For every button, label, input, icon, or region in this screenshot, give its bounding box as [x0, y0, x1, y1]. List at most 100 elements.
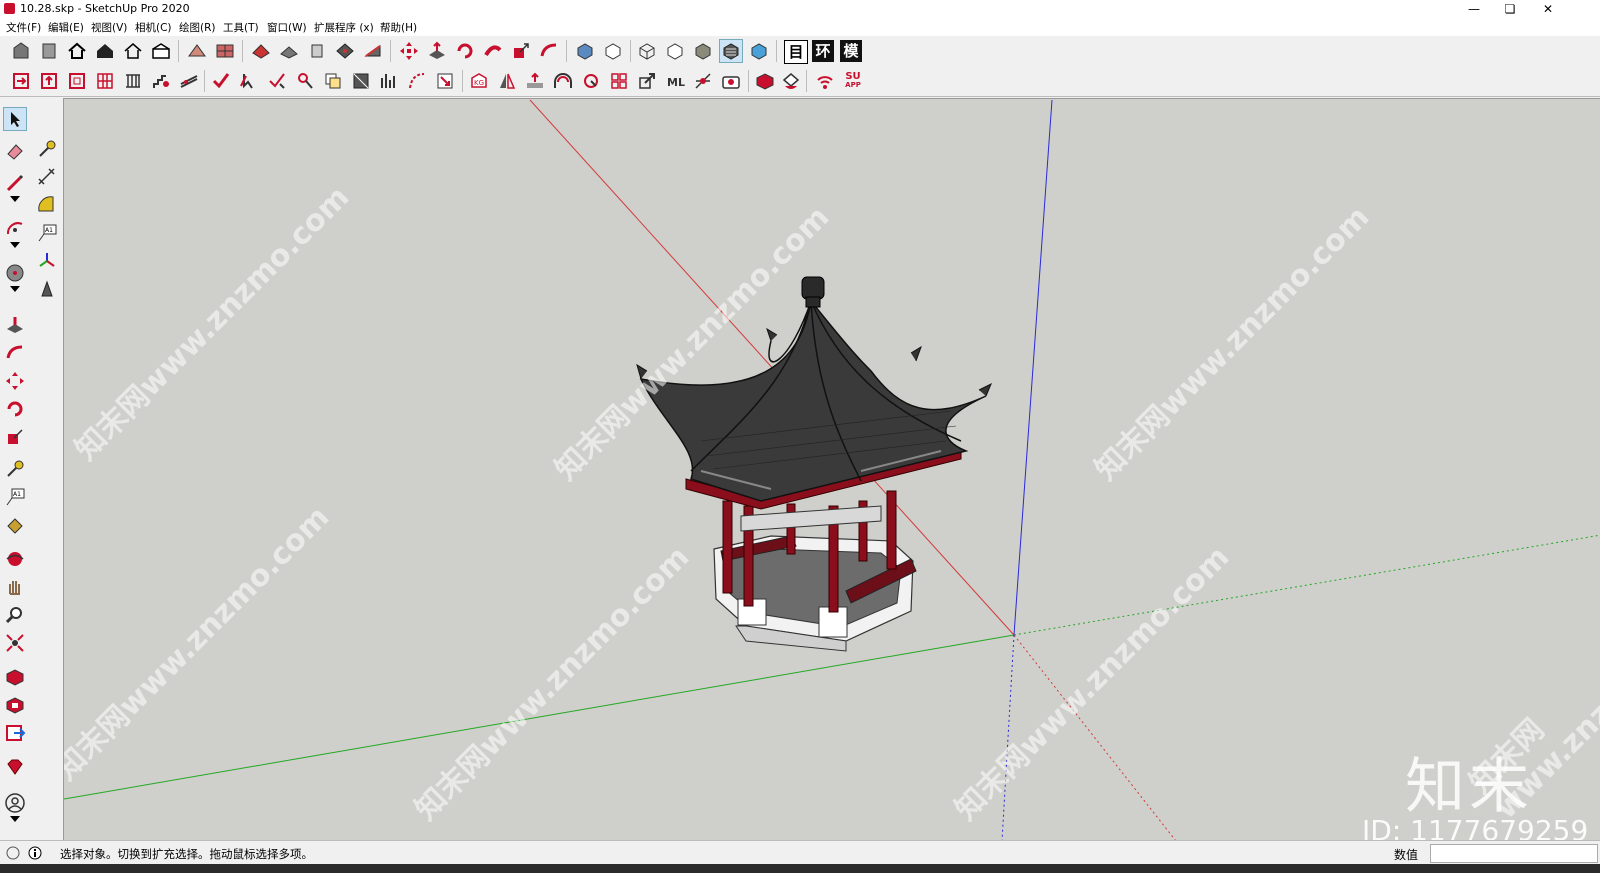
wifi-plugin-icon[interactable]: [814, 70, 836, 92]
info-icon[interactable]: [28, 846, 42, 860]
lift-plugin-icon[interactable]: [524, 70, 546, 92]
stairs-plugin-icon[interactable]: [150, 70, 172, 92]
shaded-textures-icon[interactable]: [719, 39, 743, 63]
join-edges-icon[interactable]: [294, 70, 316, 92]
menu-help[interactable]: 帮助(H): [380, 20, 417, 35]
house-outline-icon[interactable]: [122, 40, 144, 62]
env-plugin-button[interactable]: 环: [812, 40, 834, 62]
restore-button[interactable]: ❏: [1492, 0, 1528, 18]
rotate-icon[interactable]: [454, 40, 476, 62]
columns-plugin-icon[interactable]: [122, 70, 144, 92]
zoom-extents-icon[interactable]: [4, 632, 26, 654]
select-check-icon[interactable]: [266, 70, 288, 92]
paint-bucket-icon[interactable]: [4, 514, 26, 536]
window-up-plugin-icon[interactable]: [38, 70, 60, 92]
dropdown-arrow-icon[interactable]: [4, 240, 26, 250]
ruby-gem-icon[interactable]: [4, 756, 26, 778]
menu-window[interactable]: 窗口(W): [267, 20, 307, 35]
house-solid-icon[interactable]: [94, 40, 116, 62]
scale-icon[interactable]: [4, 426, 26, 448]
house-front-icon[interactable]: [150, 40, 172, 62]
arc-icon[interactable]: [4, 218, 26, 240]
eraser-icon[interactable]: [4, 140, 26, 162]
select-edges-icon[interactable]: [238, 70, 260, 92]
frame-plugin-icon[interactable]: [66, 70, 88, 92]
tape-measure-icon[interactable]: [4, 458, 26, 480]
extension-warehouse-icon[interactable]: [4, 694, 26, 716]
home-icon[interactable]: [66, 40, 88, 62]
zoom-icon[interactable]: [4, 604, 26, 626]
offset-icon[interactable]: [538, 40, 560, 62]
move-icon[interactable]: [398, 40, 420, 62]
sandbox-contours-icon[interactable]: [186, 40, 208, 62]
check-plugin-icon[interactable]: [210, 70, 232, 92]
minimize-button[interactable]: —: [1456, 0, 1492, 18]
drape-icon[interactable]: [306, 40, 328, 62]
su-app-button[interactable]: SU APP: [842, 70, 864, 94]
sandbox-scratch-icon[interactable]: [214, 40, 236, 62]
menu-file[interactable]: 文件(F): [6, 20, 41, 35]
warehouse-3d-icon[interactable]: [4, 666, 26, 688]
push-pull-icon[interactable]: [426, 40, 448, 62]
text-tool-icon[interactable]: A1: [4, 486, 26, 508]
scale-icon[interactable]: [510, 40, 532, 62]
ml-plugin-icon[interactable]: ML: [664, 70, 686, 92]
dropdown-arrow-icon[interactable]: [4, 194, 26, 204]
component-icon[interactable]: [38, 40, 60, 62]
pencil-line-icon[interactable]: [4, 172, 26, 194]
model-plugin-button[interactable]: 模: [840, 40, 862, 62]
paint-plugin-icon[interactable]: [780, 70, 802, 92]
grid-plugin-icon[interactable]: [94, 70, 116, 92]
modeling-viewport[interactable]: 知末网www.znzmo.com 知末网www.znzmo.com 知末网www…: [63, 98, 1600, 841]
measurements-input[interactable]: [1430, 844, 1598, 863]
text-label-icon[interactable]: A1: [36, 222, 58, 244]
kg-plugin-icon[interactable]: KG: [468, 70, 490, 92]
mirror-icon[interactable]: [496, 70, 518, 92]
smoove-icon[interactable]: [250, 40, 272, 62]
warehouse-icon[interactable]: [10, 40, 32, 62]
add-detail-icon[interactable]: [334, 40, 356, 62]
offset-icon[interactable]: [4, 342, 26, 364]
dropdown-arrow-icon[interactable]: [4, 814, 26, 824]
stamp-icon[interactable]: [278, 40, 300, 62]
wireframe-icon[interactable]: [636, 40, 658, 62]
close-button[interactable]: ✕: [1530, 0, 1566, 18]
fill-box-icon[interactable]: [350, 70, 372, 92]
menu-tools[interactable]: 工具(T): [223, 20, 259, 35]
shaded-icon[interactable]: [692, 40, 714, 62]
monochrome-icon[interactable]: [748, 40, 770, 62]
hidden-line-icon[interactable]: [664, 40, 686, 62]
xray-icon[interactable]: [574, 40, 596, 62]
protractor-icon[interactable]: [36, 194, 58, 216]
rotate-icon[interactable]: [4, 398, 26, 420]
curve-plugin-icon[interactable]: [406, 70, 428, 92]
menu-extensions[interactable]: 扩展程序 (x): [314, 20, 374, 35]
array-plugin-icon[interactable]: [608, 70, 630, 92]
dropdown-arrow-icon[interactable]: [4, 284, 26, 294]
pan-hand-icon[interactable]: [4, 576, 26, 598]
truss-plugin-icon[interactable]: [178, 70, 200, 92]
flip-edge-icon[interactable]: [362, 40, 384, 62]
geolocation-icon[interactable]: [6, 846, 20, 860]
follow-me-icon[interactable]: [482, 40, 504, 62]
menu-edit[interactable]: 编辑(E): [48, 20, 84, 35]
export-plugin-icon[interactable]: [636, 70, 658, 92]
camera-plugin-icon[interactable]: [720, 70, 742, 92]
copy-faces-icon[interactable]: [322, 70, 344, 92]
door-plugin-icon[interactable]: [10, 70, 32, 92]
back-edges-icon[interactable]: [602, 40, 624, 62]
move-icon[interactable]: [4, 370, 26, 392]
tape-measure-icon[interactable]: [36, 138, 58, 160]
table-plugin-button[interactable]: 目: [784, 40, 808, 64]
3d-text-icon[interactable]: [36, 278, 58, 300]
menu-camera[interactable]: 相机(C): [135, 20, 172, 35]
arch-plugin-icon[interactable]: [552, 70, 574, 92]
menu-draw[interactable]: 绘图(R): [179, 20, 216, 35]
circle-tool-icon[interactable]: [4, 262, 26, 284]
intersect-plugin-icon[interactable]: [692, 70, 714, 92]
push-pull-icon[interactable]: [4, 314, 26, 336]
menu-view[interactable]: 视图(V): [91, 20, 127, 35]
box-plugin-icon[interactable]: [754, 70, 776, 92]
dimension-icon[interactable]: [36, 166, 58, 188]
scale-box-icon[interactable]: [434, 70, 456, 92]
